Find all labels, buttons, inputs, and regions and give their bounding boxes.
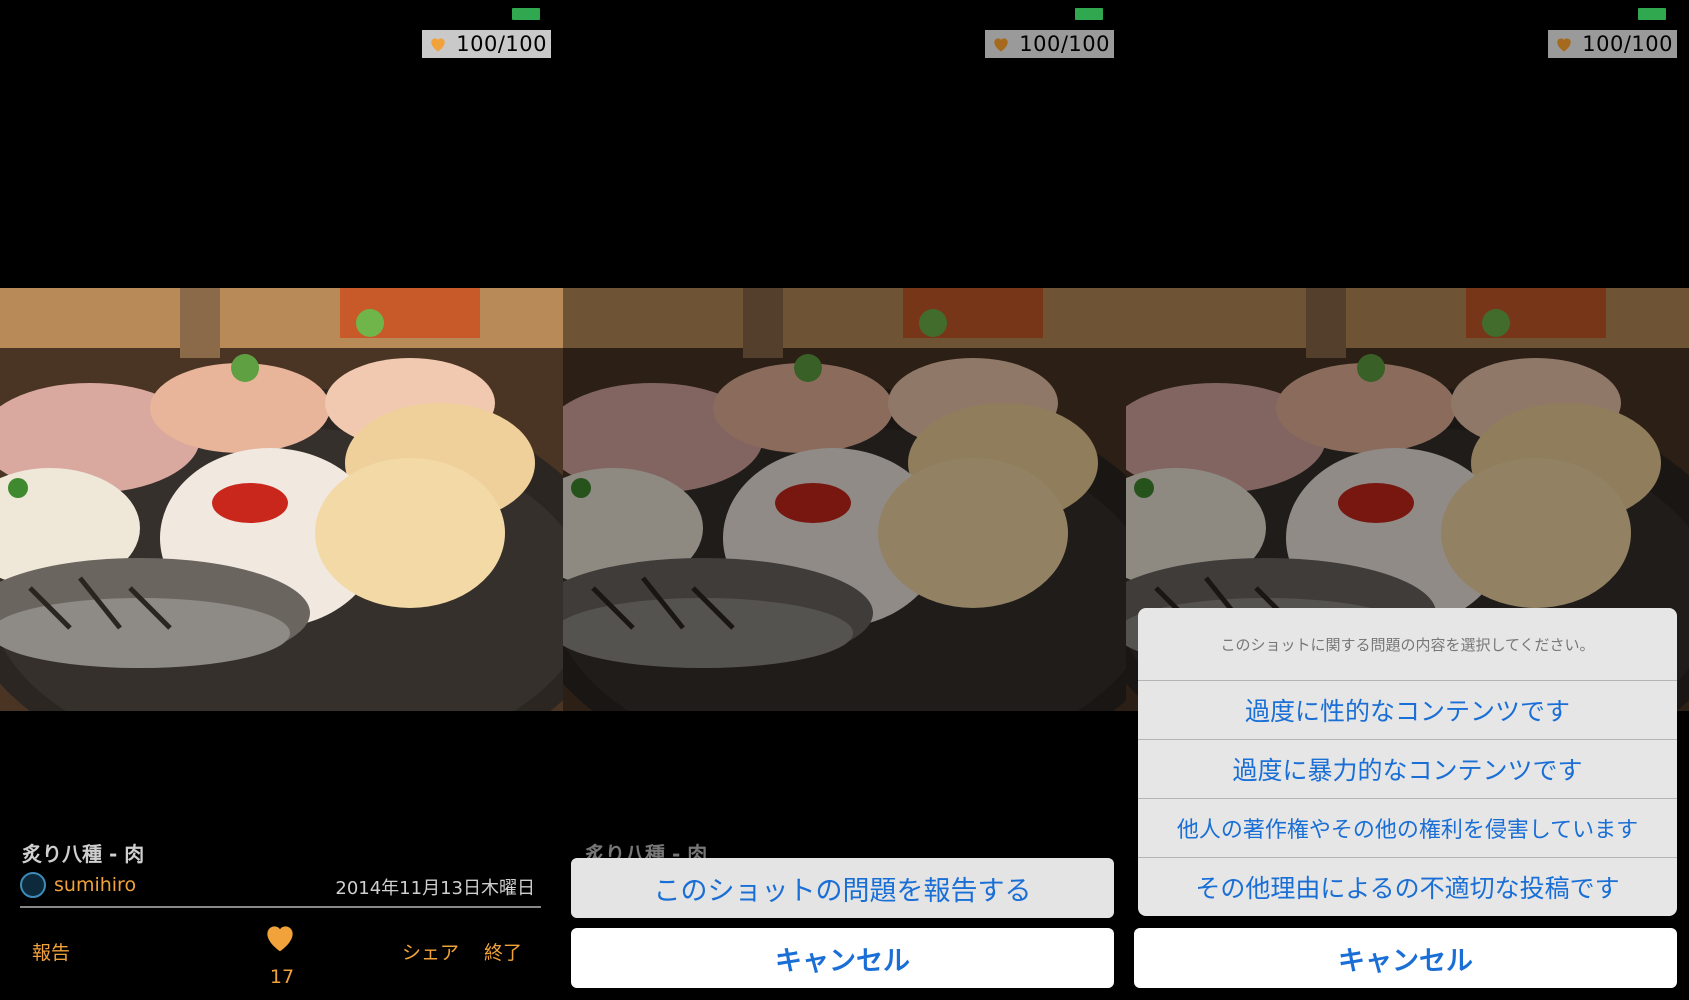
battery-indicator: [512, 8, 540, 20]
battery-indicator: [1638, 8, 1666, 20]
share-button[interactable]: シェア: [402, 938, 459, 965]
close-button[interactable]: 終了: [484, 938, 522, 965]
photo-detail-screen: 100/100 炙り八種 - 肉 sumihiro 2014年11月13日木曜日…: [0, 0, 563, 1000]
hearts-counter: 100/100: [422, 30, 551, 58]
shot-date: 2014年11月13日木曜日: [335, 878, 535, 899]
dim-overlay: [563, 288, 1126, 711]
user-link[interactable]: sumihiro: [20, 872, 136, 898]
cancel-button[interactable]: キャンセル: [1134, 928, 1677, 988]
divider: [20, 906, 541, 908]
report-button[interactable]: 報告: [32, 938, 70, 965]
hearts-count: 100/100: [1582, 32, 1673, 56]
avatar: [20, 872, 46, 898]
report-reason-sheet-screen: 100/100 このショットに関する問題の内容を選択してください。 過度に性的な…: [1126, 0, 1689, 1000]
hearts-counter: 100/100: [985, 30, 1114, 58]
hearts-count: 100/100: [1019, 32, 1110, 56]
username: sumihiro: [54, 874, 137, 896]
report-reason-sheet: このショットに関する問題の内容を選択してください。 過度に性的なコンテンツです …: [1138, 608, 1677, 916]
like-count: 17: [269, 966, 295, 988]
heart-icon: [994, 38, 1008, 52]
shot-title: 炙り八種 - 肉: [22, 842, 145, 866]
option-violent-content[interactable]: 過度に暴力的なコンテンツです: [1138, 739, 1677, 798]
shot-photo: [563, 288, 1126, 711]
option-other-inappropriate[interactable]: その他理由によるの不適切な投稿です: [1138, 857, 1677, 916]
sheet-prompt: このショットに関する問題の内容を選択してください。: [1220, 635, 1595, 654]
option-copyright[interactable]: 他人の著作権やその他の権利を侵害しています: [1138, 798, 1677, 857]
cancel-button[interactable]: キャンセル: [571, 928, 1114, 988]
report-shot-button[interactable]: このショットの問題を報告する: [571, 858, 1114, 918]
hearts-counter: 100/100: [1548, 30, 1677, 58]
like-heart-icon[interactable]: [261, 918, 299, 956]
shot-photo[interactable]: [0, 288, 563, 711]
battery-indicator: [1075, 8, 1103, 20]
report-action-sheet-screen: 100/100 炙り八種 - 肉 このショットの問題を報告する キャンセル: [563, 0, 1126, 1000]
option-sexual-content[interactable]: 過度に性的なコンテンツです: [1138, 680, 1677, 739]
heart-icon: [431, 38, 445, 52]
hearts-count: 100/100: [456, 32, 547, 56]
heart-icon: [1557, 38, 1571, 52]
